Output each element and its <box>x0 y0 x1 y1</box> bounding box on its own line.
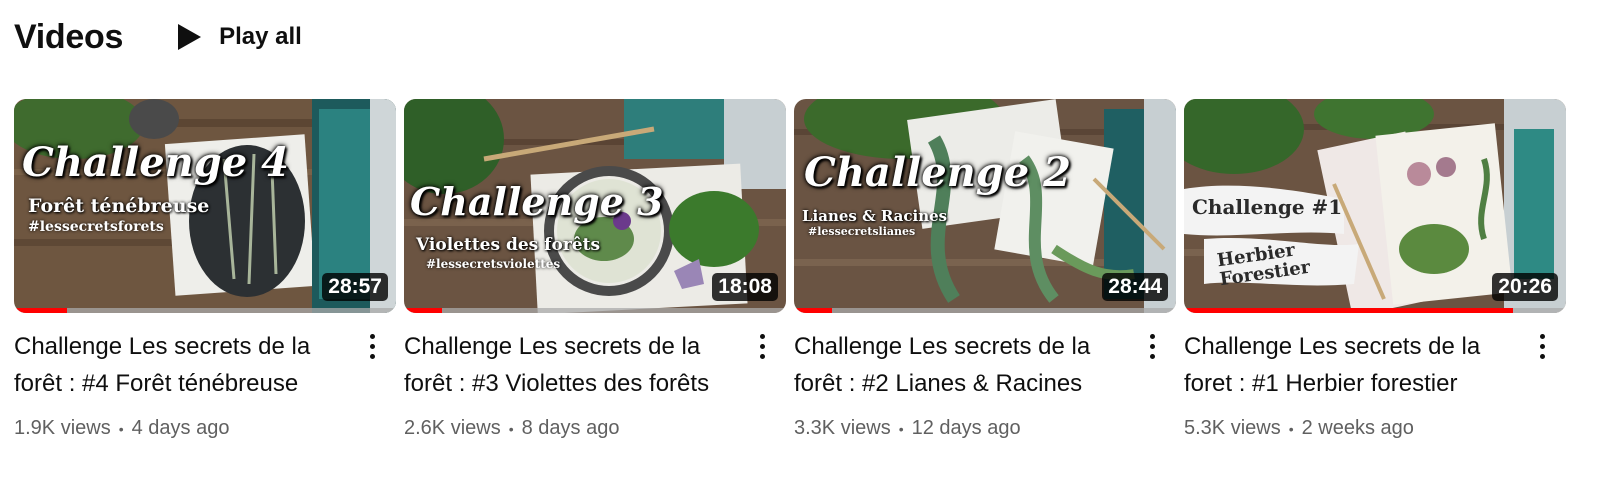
video-duration: 28:44 <box>1102 273 1168 301</box>
watch-progress-fill <box>404 308 443 313</box>
thumbnail-hashtag: #lessecretsviolettes <box>426 257 561 271</box>
watch-progress <box>404 308 786 313</box>
separator-dot: • <box>898 420 904 437</box>
play-all-label: Play all <box>219 23 302 50</box>
watch-progress-fill <box>1184 308 1513 313</box>
video-title[interactable]: Challenge Les secrets de la forêt : #2 L… <box>794 328 1136 402</box>
video-title[interactable]: Challenge Les secrets de la forêt : #4 F… <box>14 328 356 402</box>
video-details: Challenge Les secrets de la foret : #1 H… <box>1184 328 1566 440</box>
video-stats: 5.3K views • 2 weeks ago <box>1184 417 1526 440</box>
video-details: Challenge Les secrets de la forêt : #3 V… <box>404 328 786 440</box>
more-vert-icon[interactable] <box>362 334 382 374</box>
watch-progress <box>14 308 396 313</box>
video-grid: Challenge 4 Forêt ténébreuse #lessecrets… <box>14 99 1566 440</box>
more-vert-icon[interactable] <box>1532 334 1552 374</box>
thumbnail-title: Challenge #1 <box>1192 195 1343 219</box>
play-all-button[interactable]: Play all <box>167 16 310 58</box>
view-count: 2.6K views <box>404 417 501 439</box>
video-card: Challenge #1 Herbier Forestier 20:26 Cha… <box>1184 99 1566 440</box>
video-stats: 2.6K views • 8 days ago <box>404 417 746 440</box>
video-stats: 1.9K views • 4 days ago <box>14 417 356 440</box>
video-thumbnail[interactable]: Challenge 3 Violettes des forêts #lessec… <box>404 99 786 313</box>
video-details: Challenge Les secrets de la forêt : #4 F… <box>14 328 396 440</box>
video-thumbnail[interactable]: Challenge 4 Forêt ténébreuse #lessecrets… <box>14 99 396 313</box>
thumbnail-subtitle: Violettes des forêts <box>416 235 601 255</box>
watch-progress-fill <box>794 308 833 313</box>
view-count: 1.9K views <box>14 417 111 439</box>
video-card: Challenge 3 Violettes des forêts #lessec… <box>404 99 786 440</box>
separator-dot: • <box>118 420 124 437</box>
watch-progress <box>794 308 1176 313</box>
video-thumbnail[interactable]: Challenge #1 Herbier Forestier 20:26 <box>1184 99 1566 313</box>
watch-progress-fill <box>14 308 68 313</box>
upload-age: 12 days ago <box>911 417 1021 439</box>
view-count: 5.3K views <box>1184 417 1281 439</box>
separator-dot: • <box>1288 420 1294 437</box>
thumbnail-hashtag: #lessecretsforets <box>28 219 164 235</box>
more-vert-icon[interactable] <box>1142 334 1162 374</box>
upload-age: 2 weeks ago <box>1301 417 1414 439</box>
thumbnail-title: Challenge 2 <box>804 149 1071 196</box>
video-duration: 20:26 <box>1492 273 1558 301</box>
thumbnail-subtitle: Lianes & Racines <box>802 207 948 225</box>
watch-progress <box>1184 308 1566 313</box>
video-card: Challenge 4 Forêt ténébreuse #lessecrets… <box>14 99 396 440</box>
upload-age: 4 days ago <box>131 417 230 439</box>
view-count: 3.3K views <box>794 417 891 439</box>
video-thumbnail[interactable]: Challenge 2 Lianes & Racines #lessecrets… <box>794 99 1176 313</box>
thumbnail-subtitle: Forêt ténébreuse <box>28 195 210 217</box>
play-icon <box>178 24 202 50</box>
thumbnail-title: Challenge 4 <box>22 139 289 186</box>
upload-age: 8 days ago <box>521 417 620 439</box>
video-details: Challenge Les secrets de la forêt : #2 L… <box>794 328 1176 440</box>
video-duration: 18:08 <box>712 273 778 301</box>
separator-dot: • <box>508 420 514 437</box>
video-title[interactable]: Challenge Les secrets de la foret : #1 H… <box>1184 328 1526 402</box>
section-title: Videos <box>14 17 124 56</box>
thumbnail-hashtag: #lessecretslianes <box>808 225 916 238</box>
video-duration: 28:57 <box>322 273 388 301</box>
video-card: Challenge 2 Lianes & Racines #lessecrets… <box>794 99 1176 440</box>
thumbnail-title: Challenge 3 <box>410 179 664 224</box>
more-vert-icon[interactable] <box>752 334 772 374</box>
section-header: Videos Play all <box>14 14 310 60</box>
video-stats: 3.3K views • 12 days ago <box>794 417 1136 440</box>
video-title[interactable]: Challenge Les secrets de la forêt : #3 V… <box>404 328 746 402</box>
